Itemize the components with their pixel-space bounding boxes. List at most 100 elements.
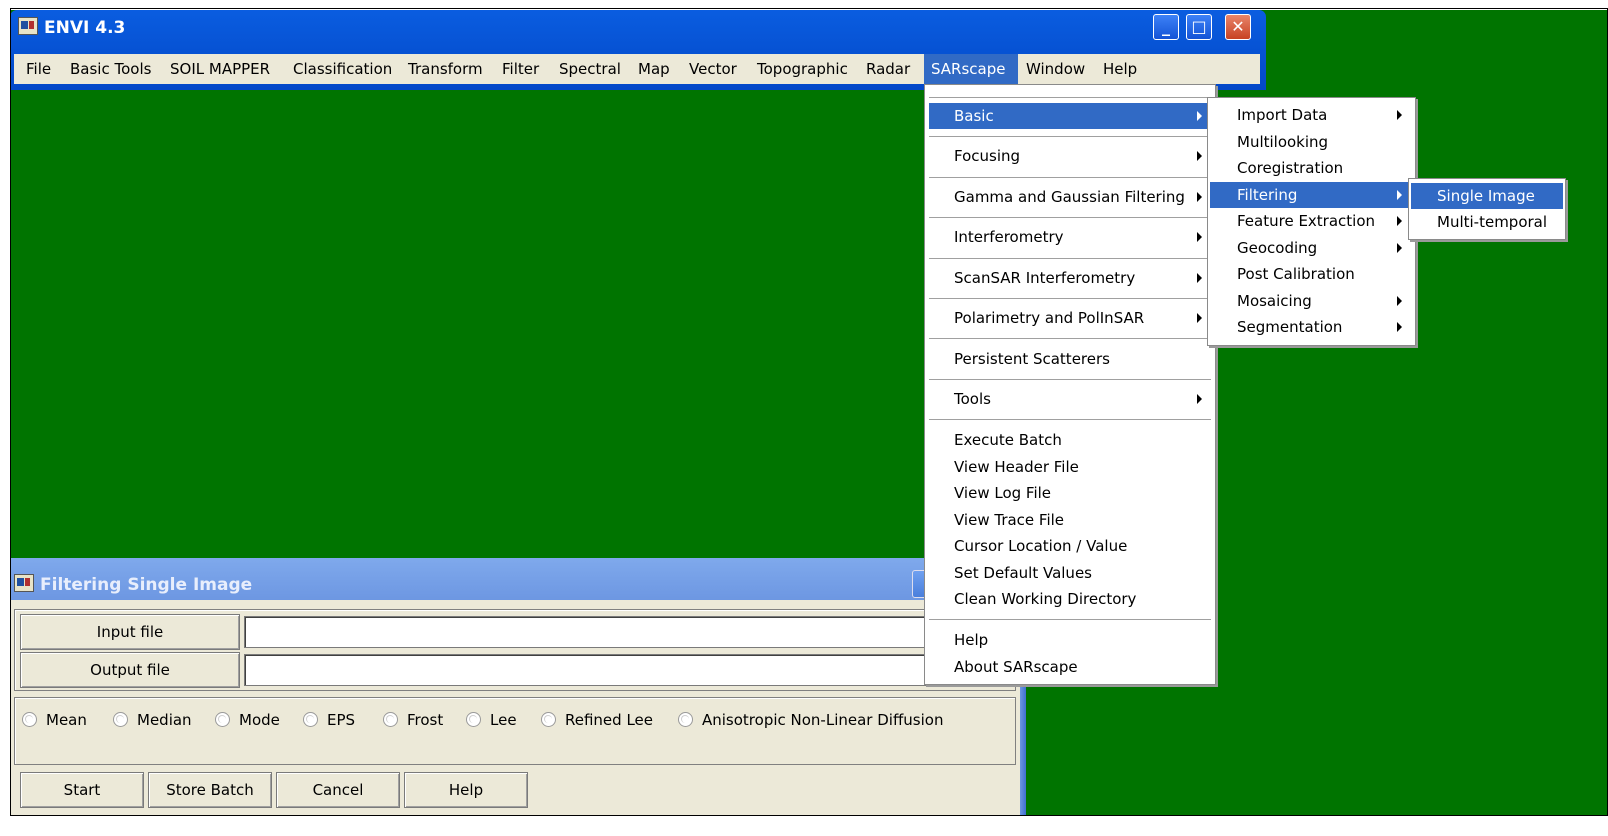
- sarscape-item-execute-batch[interactable]: Execute Batch: [929, 427, 1211, 453]
- filtering-item-single-image[interactable]: Single Image: [1411, 183, 1563, 209]
- basic-item-import-data[interactable]: Import Data: [1210, 102, 1413, 128]
- radio-lee-label: Lee: [490, 711, 517, 729]
- output-file-button[interactable]: Output file: [20, 652, 240, 688]
- menu-item-label: Import Data: [1237, 106, 1328, 124]
- sarscape-item-cursor-location[interactable]: Cursor Location / Value: [929, 533, 1211, 559]
- sarscape-item-interferometry[interactable]: Interferometry: [929, 224, 1211, 250]
- sarscape-item-view-header[interactable]: View Header File: [929, 454, 1211, 480]
- menu-vector[interactable]: Vector: [689, 54, 737, 84]
- sarscape-menu: Basic Focusing Gamma and Gaussian Filter…: [924, 84, 1216, 685]
- menu-item-label: Focusing: [954, 147, 1021, 165]
- radio-mode[interactable]: Mode: [215, 711, 280, 729]
- menu-map[interactable]: Map: [638, 54, 670, 84]
- filtering-submenu: Single Image Multi-temporal: [1408, 178, 1566, 240]
- radio-median[interactable]: Median: [113, 711, 192, 729]
- sarscape-item-gamma-gaussian[interactable]: Gamma and Gaussian Filtering: [929, 184, 1211, 210]
- menu-sarscape[interactable]: SARscape: [924, 54, 1018, 84]
- close-button[interactable]: ✕: [1225, 14, 1251, 40]
- sarscape-item-help[interactable]: Help: [929, 627, 1211, 653]
- radio-frost[interactable]: Frost: [383, 711, 443, 729]
- menu-soil-mapper[interactable]: SOIL MAPPER: [170, 54, 270, 84]
- menu-separator: [929, 338, 1211, 340]
- radio-circle-icon: [303, 712, 318, 727]
- sarscape-item-basic[interactable]: Basic: [929, 103, 1211, 129]
- submenu-arrow-icon: [1197, 394, 1202, 404]
- menu-item-label: Polarimetry and PolInSAR: [954, 309, 1145, 327]
- main-title-text: ENVI 4.3: [44, 18, 126, 38]
- cancel-button[interactable]: Cancel: [276, 772, 400, 808]
- menu-spectral[interactable]: Spectral: [559, 54, 621, 84]
- envi-app-icon: [18, 17, 38, 35]
- output-file-field[interactable]: [244, 654, 1014, 686]
- menu-item-label: ScanSAR Interferometry: [954, 269, 1136, 287]
- sarscape-item-about[interactable]: About SARscape: [929, 654, 1211, 680]
- sarscape-item-view-trace[interactable]: View Trace File: [929, 507, 1211, 533]
- submenu-arrow-icon: [1397, 296, 1402, 306]
- basic-item-filtering[interactable]: Filtering: [1210, 182, 1413, 208]
- basic-item-coregistration[interactable]: Coregistration: [1210, 155, 1413, 181]
- basic-item-post-calibration[interactable]: Post Calibration: [1210, 261, 1413, 287]
- basic-item-geocoding[interactable]: Geocoding: [1210, 235, 1413, 261]
- minimize-button[interactable]: _: [1153, 14, 1179, 40]
- sarscape-item-persistent-scatterers[interactable]: Persistent Scatterers: [929, 346, 1211, 372]
- radio-mean-label: Mean: [46, 711, 87, 729]
- filtering-item-multi-temporal[interactable]: Multi-temporal: [1411, 209, 1563, 235]
- sarscape-item-clean-directory[interactable]: Clean Working Directory: [929, 586, 1211, 612]
- start-button[interactable]: Start: [20, 772, 144, 808]
- basic-item-mosaicing[interactable]: Mosaicing: [1210, 288, 1413, 314]
- sarscape-item-scansar[interactable]: ScanSAR Interferometry: [929, 265, 1211, 291]
- menu-topographic[interactable]: Topographic: [757, 54, 848, 84]
- basic-item-segmentation[interactable]: Segmentation: [1210, 314, 1413, 340]
- menu-classification[interactable]: Classification: [293, 54, 392, 84]
- menu-radar[interactable]: Radar: [866, 54, 910, 84]
- radio-circle-icon: [113, 712, 128, 727]
- radio-mode-label: Mode: [239, 711, 280, 729]
- sarscape-item-polarimetry[interactable]: Polarimetry and PolInSAR: [929, 305, 1211, 331]
- radio-circle-icon: [541, 712, 556, 727]
- radio-eps-label: EPS: [327, 711, 356, 729]
- menu-file[interactable]: File: [26, 54, 51, 84]
- menu-item-label: Basic: [954, 107, 994, 125]
- maximize-button[interactable]: □: [1186, 14, 1212, 40]
- input-file-field[interactable]: [244, 616, 1014, 648]
- menu-basic-tools[interactable]: Basic Tools: [70, 54, 151, 84]
- radio-circle-icon: [22, 712, 37, 727]
- radio-circle-icon: [215, 712, 230, 727]
- menu-separator: [929, 177, 1211, 179]
- menu-separator: [929, 419, 1211, 421]
- menu-separator: [929, 97, 1211, 99]
- sarscape-item-focusing[interactable]: Focusing: [929, 143, 1211, 169]
- sarscape-item-default-values[interactable]: Set Default Values: [929, 560, 1211, 586]
- basic-item-feature-extraction[interactable]: Feature Extraction: [1210, 208, 1413, 234]
- store-batch-button[interactable]: Store Batch: [148, 772, 272, 808]
- radio-lee[interactable]: Lee: [466, 711, 517, 729]
- menu-separator: [929, 258, 1211, 260]
- sarscape-item-view-log[interactable]: View Log File: [929, 480, 1211, 506]
- radio-circle-icon: [383, 712, 398, 727]
- menu-filter[interactable]: Filter: [502, 54, 539, 84]
- submenu-arrow-icon: [1197, 111, 1202, 121]
- menu-transform[interactable]: Transform: [408, 54, 483, 84]
- basic-item-multilooking[interactable]: Multilooking: [1210, 129, 1413, 155]
- menu-item-label: Gamma and Gaussian Filtering: [954, 188, 1185, 206]
- submenu-arrow-icon: [1197, 151, 1202, 161]
- radio-refined-lee[interactable]: Refined Lee: [541, 711, 653, 729]
- menu-help[interactable]: Help: [1103, 54, 1137, 84]
- submenu-arrow-icon: [1197, 192, 1202, 202]
- menu-separator: [929, 217, 1211, 219]
- menu-separator: [929, 379, 1211, 381]
- radio-anisotropic[interactable]: Anisotropic Non-Linear Diffusion: [678, 711, 943, 729]
- radio-frost-label: Frost: [407, 711, 444, 729]
- menu-window[interactable]: Window: [1026, 54, 1085, 84]
- sarscape-item-tools[interactable]: Tools: [929, 386, 1211, 412]
- help-button[interactable]: Help: [404, 772, 528, 808]
- basic-submenu: Import Data Multilooking Coregistration …: [1207, 97, 1416, 346]
- dialog-title: Filtering Single Image: [14, 570, 252, 600]
- submenu-arrow-icon: [1397, 322, 1402, 332]
- radio-median-label: Median: [137, 711, 192, 729]
- radio-refined-lee-label: Refined Lee: [565, 711, 654, 729]
- input-file-button[interactable]: Input file: [20, 614, 240, 650]
- radio-eps[interactable]: EPS: [303, 711, 355, 729]
- radio-mean[interactable]: Mean: [22, 711, 87, 729]
- menu-separator: [929, 619, 1211, 621]
